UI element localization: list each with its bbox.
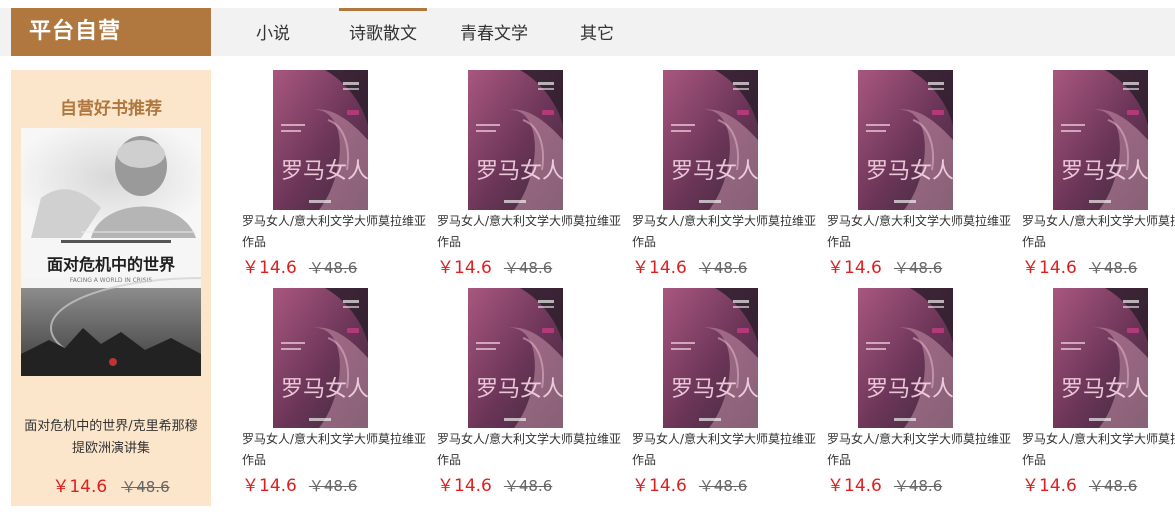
product-cover[interactable]: 罗马女人 [858,288,953,428]
product-old-price: ￥48.6 [698,259,748,277]
product-cover[interactable]: 罗马女人 [273,288,368,428]
recommend-title: 自营好书推荐 [60,99,162,119]
product-title[interactable]: 罗马女人/意大利文学大师莫拉维亚作品 [827,429,1022,471]
recommend-book-title[interactable]: 面对危机中的世界/克里希那穆提欧洲演讲集 [23,416,199,460]
product-price: ￥14.6 [437,476,492,496]
recommend-price: ￥14.6 [52,477,108,497]
product-price-row: ￥14.6 ￥48.6 [827,471,942,496]
product-old-price: ￥48.6 [698,477,748,495]
category-header: 平台自营 小说 诗歌散文 青春文学 其它 [0,8,1175,56]
cover-title-text: 面对危机中的世界 [47,255,175,274]
cover-title-text: 罗马女人 [866,377,953,402]
product-cover[interactable]: 罗马女人 [663,288,758,428]
product-card[interactable]: 罗马女人罗马女人/意大利文学大师莫拉维亚作品 ￥14.6 ￥48.6 [242,288,437,506]
product-card[interactable]: 罗马女人罗马女人/意大利文学大师莫拉维亚作品 ￥14.6 ￥48.6 [632,288,827,506]
product-card[interactable]: 罗马女人罗马女人/意大利文学大师莫拉维亚作品 ￥14.6 ￥48.6 [827,288,1022,506]
cover-title-text: 罗马女人 [476,159,563,184]
product-old-price: ￥48.6 [308,259,358,277]
product-cover[interactable]: 罗马女人 [468,70,563,210]
product-title[interactable]: 罗马女人/意大利文学大师莫拉维亚作品 [437,429,632,471]
tab-qingchun-wenxue[interactable]: 青春文学 [444,8,544,56]
product-card[interactable]: 罗马女人罗马女人/意大利文学大师莫拉维亚作品 ￥14.6 ￥48.6 [437,70,632,288]
product-title[interactable]: 罗马女人/意大利文学大师莫拉维亚作品 [437,211,632,253]
recommend-panel: 自营好书推荐 面对危机中的世界 FACING A WORLD IN CRISIS… [11,70,211,506]
product-price: ￥14.6 [632,476,687,496]
product-title[interactable]: 罗马女人/意大利文学大师莫拉维亚作品 [827,211,1022,253]
product-price-row: ￥14.6 ￥48.6 [632,471,747,496]
product-title[interactable]: 罗马女人/意大利文学大师莫拉维亚作品 [632,211,827,253]
product-title[interactable]: 罗马女人/意大利文学大师莫拉维亚作品 [242,211,437,253]
product-cover[interactable]: 罗马女人 [1053,288,1148,428]
product-price: ￥14.6 [1022,476,1077,496]
product-price-row: ￥14.6 ￥48.6 [1022,471,1137,496]
cover-title-text: 罗马女人 [281,159,368,184]
product-cover[interactable]: 罗马女人 [663,70,758,210]
product-price-row: ￥14.6 ￥48.6 [242,471,357,496]
cover-title-text: 罗马女人 [476,377,563,402]
product-price-row: ￥14.6 ￥48.6 [437,471,552,496]
product-card[interactable]: 罗马女人罗马女人/意大利文学大师莫拉维亚作品 ￥14.6 ￥48.6 [632,70,827,288]
product-old-price: ￥48.6 [308,477,358,495]
product-old-price: ￥48.6 [893,477,943,495]
tab-shige-sanwen[interactable]: 诗歌散文 [339,8,427,56]
cover-title-text: 罗马女人 [281,377,368,402]
cover-title-text: 罗马女人 [671,159,758,184]
product-title[interactable]: 罗马女人/意大利文学大师莫拉维亚作品 [242,429,437,471]
product-old-price: ￥48.6 [1088,259,1138,277]
product-price: ￥14.6 [437,258,492,278]
product-price: ￥14.6 [827,258,882,278]
product-price-row: ￥14.6 ￥48.6 [437,253,552,278]
product-title[interactable]: 罗马女人/意大利文学大师莫拉维亚作品 [632,429,827,471]
product-cover[interactable]: 罗马女人 [1053,70,1148,210]
cover-subtitle-line [61,240,171,243]
product-old-price: ￥48.6 [1088,477,1138,495]
product-old-price: ￥48.6 [503,477,553,495]
product-price: ￥14.6 [242,476,297,496]
product-old-price: ￥48.6 [893,259,943,277]
cover-title-text: 罗马女人 [671,377,758,402]
product-price: ￥14.6 [242,258,297,278]
tab-qita[interactable]: 其它 [572,8,622,56]
brand-title: 平台自营 [11,8,211,56]
product-price-row: ￥14.6 ￥48.6 [632,253,747,278]
product-price: ￥14.6 [1022,258,1077,278]
recommend-price-row: ￥14.6 ￥48.6 [11,472,211,497]
product-title[interactable]: 罗马女人/意大利文学大师莫拉维亚作品 [1022,211,1175,253]
product-card[interactable]: 罗马女人罗马女人/意大利文学大师莫拉维亚作品 ￥14.6 ￥48.6 [437,288,632,506]
product-price-row: ￥14.6 ￥48.6 [827,253,942,278]
recommend-book-cover[interactable]: 面对危机中的世界 FACING A WORLD IN CRISIS [21,128,201,376]
tab-xiaoshuo[interactable]: 小说 [226,8,320,56]
product-card[interactable]: 罗马女人罗马女人/意大利文学大师莫拉维亚作品 ￥14.6 ￥48.6 [1022,288,1175,506]
cover-title-text: 罗马女人 [1061,159,1148,184]
product-cover[interactable]: 罗马女人 [858,70,953,210]
product-old-price: ￥48.6 [503,259,553,277]
product-cover[interactable]: 罗马女人 [273,70,368,210]
product-title[interactable]: 罗马女人/意大利文学大师莫拉维亚作品 [1022,429,1175,471]
product-price-row: ￥14.6 ￥48.6 [1022,253,1137,278]
product-price: ￥14.6 [632,258,687,278]
recommend-old-price: ￥48.6 [121,478,170,496]
cover-title-text: 罗马女人 [866,159,953,184]
cover-title-text: 罗马女人 [1061,377,1148,402]
product-grid: 罗马女人 罗马女人/意大利文学大师莫拉维亚作品 ￥14.6 ￥48.6 罗马女人 罗马女人… [242,70,1175,506]
product-card[interactable]: 罗马女人罗马女人/意大利文学大师莫拉维亚作品 ￥14.6 ￥48.6 [1022,70,1175,288]
product-cover[interactable]: 罗马女人 [468,288,563,428]
product-card[interactable]: 罗马女人罗马女人/意大利文学大师莫拉维亚作品 ￥14.6 ￥48.6 [242,70,437,288]
product-price-row: ￥14.6 ￥48.6 [242,253,357,278]
category-tabs: 小说 诗歌散文 青春文学 其它 [226,8,622,56]
product-price: ￥14.6 [827,476,882,496]
product-card[interactable]: 罗马女人罗马女人/意大利文学大师莫拉维亚作品 ￥14.6 ￥48.6 [827,70,1022,288]
